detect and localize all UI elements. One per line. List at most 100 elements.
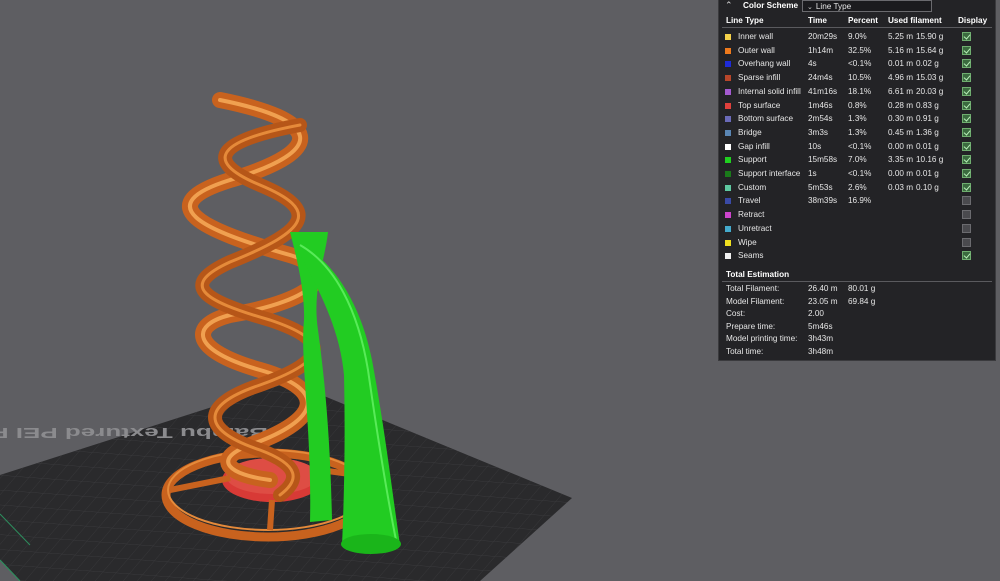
display-checkbox[interactable] — [962, 196, 971, 206]
time-value: 15m58s — [808, 155, 838, 165]
display-checkbox[interactable] — [962, 210, 971, 220]
total-row: Model printing time: 3h43m — [719, 334, 995, 347]
line-type-label: Bottom surface — [738, 114, 794, 124]
display-checkbox[interactable] — [962, 32, 971, 41]
legend-row: Gap infill 10s <0.1% 0.00 m 0.01 g — [719, 141, 995, 155]
filament-length: 0.45 m — [888, 127, 914, 137]
collapse-chevron-icon[interactable]: ⌃ — [725, 0, 733, 11]
color-swatch — [725, 61, 731, 68]
total-estimation-title: Total Estimation — [726, 270, 790, 279]
legend-row: Support interface 1s <0.1% 0.00 m 0.01 g — [719, 168, 995, 182]
total-value: 3h43m — [808, 334, 834, 343]
line-type-label: Travel — [738, 196, 761, 206]
legend-row: Unretract — [719, 223, 995, 237]
total-value: 5m46s — [808, 321, 833, 331]
color-swatch — [725, 34, 731, 40]
chevron-down-icon: ⌄ — [807, 4, 813, 11]
display-checkbox[interactable] — [962, 86, 971, 96]
display-checkbox[interactable] — [962, 237, 971, 247]
header-divider — [722, 27, 992, 28]
display-checkbox[interactable] — [962, 73, 971, 83]
filament-length: 0.01 m — [888, 59, 914, 69]
color-swatch — [725, 88, 731, 95]
display-checkbox[interactable] — [962, 59, 971, 69]
total-label: Total time: — [726, 346, 764, 356]
total-value: 2.00 — [808, 309, 824, 318]
total-extra: 69.84 g — [848, 296, 876, 306]
display-checkbox[interactable] — [962, 100, 971, 110]
total-row: Prepare time: 5m46s — [719, 322, 995, 335]
legend-row: Top surface 1m46s 0.8% 0.28 m 0.83 g — [719, 100, 995, 114]
time-value: 3m3s — [808, 127, 829, 137]
filament-length: 5.16 m — [888, 45, 914, 55]
time-value: 10s — [808, 141, 822, 151]
time-value: 20m29s — [808, 32, 838, 41]
total-row: Total Filament: 26.40 m 80.01 g — [719, 284, 995, 297]
filament-weight: 20.03 g — [916, 86, 944, 96]
color-swatch — [725, 212, 731, 219]
line-type-label: Custom — [738, 182, 767, 192]
filament-weight: 0.10 g — [916, 182, 939, 192]
display-checkbox[interactable] — [962, 182, 971, 192]
legend-row: Seams — [719, 250, 995, 264]
color-scheme-select[interactable]: ⌄ Line Type — [802, 0, 932, 12]
total-row: Cost: 2.00 — [719, 309, 995, 322]
color-swatch — [725, 116, 731, 123]
filament-weight: 15.03 g — [916, 73, 944, 83]
legend-row: Internal solid infill 41m16s 18.1% 6.61 m 20… — [719, 86, 995, 100]
color-swatch — [725, 184, 731, 191]
total-label: Model printing time: — [726, 334, 798, 343]
percent-value: 32.5% — [848, 45, 872, 55]
line-type-label: Seams — [738, 251, 764, 261]
total-value: 26.40 m — [808, 284, 838, 293]
color-swatch — [725, 157, 731, 164]
filament-length: 0.28 m — [888, 100, 914, 110]
line-type-label: Top surface — [738, 100, 781, 110]
line-type-label: Sparse infill — [738, 73, 781, 83]
percent-value: 9.0% — [848, 32, 867, 41]
filament-weight: 1.36 g — [916, 127, 939, 137]
line-type-label: Support — [738, 155, 767, 165]
display-checkbox[interactable] — [962, 155, 971, 165]
column-header-percent: Percent — [848, 16, 879, 25]
legend-row: Sparse infill 24m4s 10.5% 4.96 m 15.03 g — [719, 72, 995, 86]
display-checkbox[interactable] — [962, 45, 971, 55]
display-checkbox[interactable] — [962, 169, 971, 178]
percent-value: 2.6% — [848, 182, 867, 192]
filament-length: 0.30 m — [888, 114, 914, 124]
legend-header: ⌃ Color Scheme ⌄ Line Type — [719, 0, 995, 13]
legend-row: Inner wall 20m29s 9.0% 5.25 m 15.90 g — [719, 31, 995, 45]
total-value: 3h48m — [808, 346, 834, 356]
filament-length: 6.61 m — [888, 86, 914, 96]
display-checkbox[interactable] — [962, 141, 971, 151]
time-value: 41m16s — [808, 86, 838, 96]
total-value: 23.05 m — [808, 296, 838, 306]
total-row: Model Filament: 23.05 m 69.84 g — [719, 297, 995, 310]
display-checkbox[interactable] — [962, 114, 971, 124]
display-checkbox[interactable] — [962, 251, 971, 261]
filament-weight: 10.16 g — [916, 155, 944, 165]
legend-row: Support 15m58s 7.0% 3.35 m 10.16 g — [719, 154, 995, 168]
filament-weight: 0.02 g — [916, 59, 939, 69]
time-value: 4s — [808, 59, 817, 69]
time-value: 38m39s — [808, 196, 838, 206]
display-checkbox[interactable] — [962, 223, 971, 233]
filament-length: 0.00 m — [888, 169, 914, 178]
time-value: 1h14m — [808, 45, 834, 55]
color-swatch — [725, 47, 731, 54]
color-swatch — [725, 239, 731, 246]
line-type-label: Bridge — [738, 127, 762, 137]
legend-row: Retract — [719, 209, 995, 223]
time-value: 1m46s — [808, 100, 833, 110]
display-checkbox[interactable] — [962, 127, 971, 137]
column-header-time: Time — [808, 16, 827, 25]
legend-row: Outer wall 1h14m 32.5% 5.16 m 15.64 g — [719, 45, 995, 59]
column-header-line-type: Line Type — [726, 16, 764, 25]
filament-length: 0.00 m — [888, 141, 914, 151]
time-value: 1s — [808, 169, 817, 178]
percent-value: <0.1% — [848, 59, 872, 69]
color-scheme-value: Line Type — [815, 2, 852, 11]
filament-length: 5.25 m — [888, 32, 914, 41]
color-scheme-title: Color Scheme — [743, 1, 799, 10]
filament-weight: 0.01 g — [916, 169, 939, 178]
